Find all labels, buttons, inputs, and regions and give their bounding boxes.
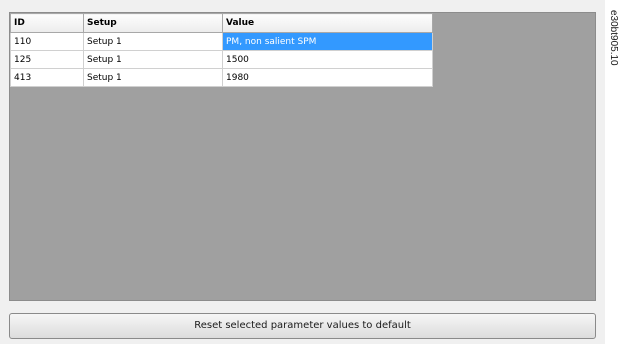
- figure-code-text: e30bt905.10: [608, 10, 619, 66]
- cell-setup[interactable]: Setup 1: [83, 50, 223, 69]
- cell-value[interactable]: 1500: [222, 50, 433, 69]
- parameter-grid-area: ID Setup Value 110 Setup 1 PM, non salie…: [9, 12, 596, 301]
- cell-value[interactable]: 1980: [222, 68, 433, 87]
- column-header-value[interactable]: Value: [222, 13, 433, 33]
- reset-to-default-button[interactable]: Reset selected parameter values to defau…: [9, 313, 596, 339]
- table-row[interactable]: 110 Setup 1 PM, non salient SPM: [10, 32, 433, 51]
- table-row[interactable]: 125 Setup 1 1500: [10, 50, 433, 69]
- column-header-id[interactable]: ID: [10, 13, 84, 33]
- cell-setup[interactable]: Setup 1: [83, 68, 223, 87]
- cell-id[interactable]: 125: [10, 50, 84, 69]
- parameter-table: ID Setup Value 110 Setup 1 PM, non salie…: [10, 13, 433, 87]
- cell-id[interactable]: 413: [10, 68, 84, 87]
- table-row[interactable]: 413 Setup 1 1980: [10, 68, 433, 87]
- cell-id[interactable]: 110: [10, 32, 84, 51]
- cell-value-selected[interactable]: PM, non salient SPM: [222, 32, 433, 51]
- table-header-row: ID Setup Value: [10, 13, 433, 33]
- parameter-window: ID Setup Value 110 Setup 1 PM, non salie…: [0, 0, 605, 344]
- figure-code-label: e30bt905.10: [607, 10, 619, 100]
- column-header-setup[interactable]: Setup: [83, 13, 223, 33]
- cell-setup[interactable]: Setup 1: [83, 32, 223, 51]
